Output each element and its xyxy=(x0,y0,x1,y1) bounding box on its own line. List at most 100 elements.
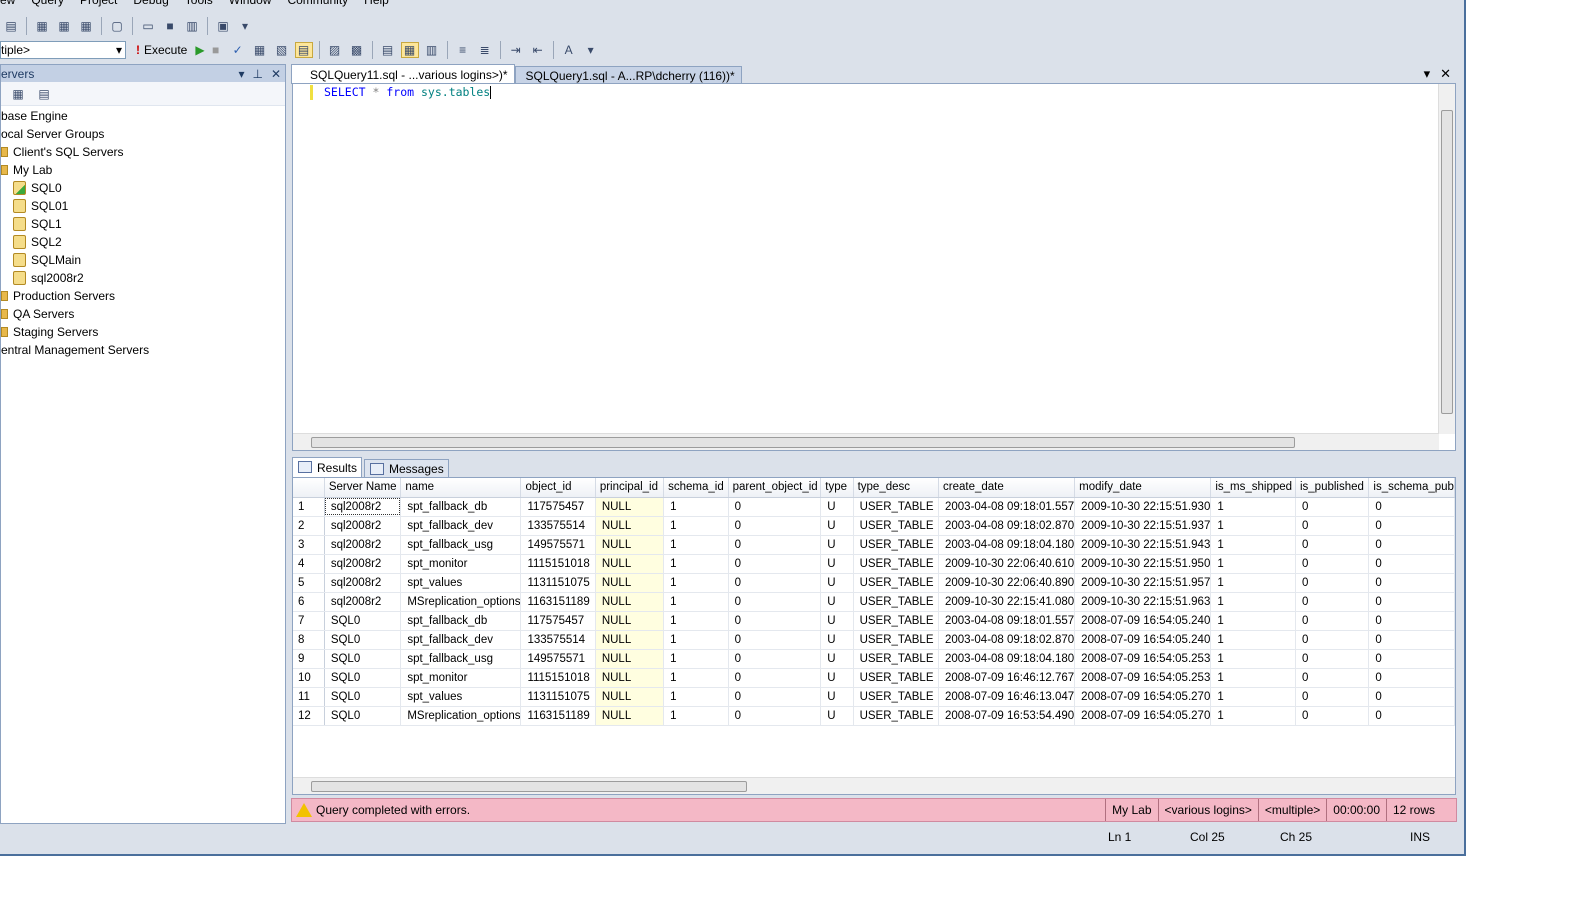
table-cell[interactable]: NULL xyxy=(595,592,665,612)
table-cell[interactable]: 0 xyxy=(728,611,822,631)
table-cell[interactable]: spt_fallback_dev xyxy=(400,630,522,650)
table-cell[interactable]: NULL xyxy=(595,611,665,631)
editor-vertical-scrollbar[interactable] xyxy=(1438,84,1455,434)
table-cell[interactable]: 0 xyxy=(1368,535,1455,555)
table-cell[interactable]: NULL xyxy=(595,497,665,517)
analysis-services-query-icon[interactable]: ▦ xyxy=(55,18,73,34)
table-cell[interactable]: 2009-10-30 22:06:40.610 xyxy=(938,554,1076,574)
table-cell[interactable]: U xyxy=(820,630,854,650)
menu-window[interactable]: Window xyxy=(229,0,288,8)
table-cell[interactable]: spt_values xyxy=(400,687,522,707)
table-cell[interactable]: NULL xyxy=(595,668,665,688)
table-cell[interactable]: spt_fallback_db xyxy=(400,497,522,517)
table-cell[interactable]: U xyxy=(820,535,854,555)
table-row[interactable]: 12 SQL0 MSreplication_options 1163151189 NUL… xyxy=(293,706,1455,726)
tab-query1[interactable]: SQLQuery1.sql - A...RP\dcherry (116))* xyxy=(514,66,742,84)
table-row[interactable]: 8 SQL0 spt_fallback_dev 133575514 NULL 1 0 U USE… xyxy=(293,630,1455,650)
table-cell[interactable]: 2008-07-09 16:54:05.253 xyxy=(1074,649,1212,669)
table-row[interactable]: 2 sql2008r2 spt_fallback_dev 133575514 NULL 1… xyxy=(293,516,1455,536)
table-cell[interactable]: 2003-04-08 09:18:02.870 xyxy=(938,630,1076,650)
table-cell[interactable]: 0 xyxy=(1368,573,1455,593)
table-cell[interactable]: 0 xyxy=(1368,668,1455,688)
tab-messages[interactable]: Messages xyxy=(364,459,449,478)
column-header[interactable]: schema_id xyxy=(663,478,729,498)
table-cell[interactable]: SQL0 xyxy=(324,687,402,707)
table-cell[interactable]: 1163151189 xyxy=(520,706,596,726)
table-cell[interactable]: 0 xyxy=(728,592,822,612)
table-cell[interactable]: 1 xyxy=(1210,592,1296,612)
menu-debug[interactable]: Debug xyxy=(133,0,184,8)
table-row[interactable]: 3 sql2008r2 spt_fallback_usg 149575571 NULL 1… xyxy=(293,535,1455,555)
mdx-query-icon[interactable]: ▦ xyxy=(77,18,95,34)
table-cell[interactable]: U xyxy=(820,668,854,688)
row-number[interactable]: 2 xyxy=(293,516,325,536)
table-row[interactable]: 10 SQL0 spt_monitor 1115151018 NULL 1 0 U USER_T… xyxy=(293,668,1455,688)
table-cell[interactable]: SQL0 xyxy=(324,611,402,631)
table-cell[interactable]: 0 xyxy=(1295,630,1370,650)
tree-node[interactable]: Production Servers xyxy=(1,287,285,305)
table-cell[interactable]: 2008-07-09 16:54:05.270 xyxy=(1074,687,1212,707)
tree-node[interactable]: SQL1 xyxy=(1,215,285,233)
estimated-plan-icon[interactable]: ▦ xyxy=(251,42,269,58)
table-cell[interactable]: USER_TABLE xyxy=(853,630,940,650)
tab-results[interactable]: Results xyxy=(292,457,363,478)
menu-query[interactable]: Query xyxy=(31,0,80,8)
query-editor[interactable]: SELECT * from sys.tables xyxy=(292,83,1456,451)
column-header[interactable]: is_published xyxy=(1295,478,1370,498)
tab-list-icon[interactable]: ▾ xyxy=(1424,66,1431,82)
table-cell[interactable]: sql2008r2 xyxy=(324,573,402,593)
menu-help[interactable]: Help xyxy=(364,0,405,8)
table-cell[interactable]: 0 xyxy=(728,630,822,650)
tree-node[interactable]: entral Management Servers xyxy=(1,341,285,359)
row-number[interactable]: 6 xyxy=(293,592,325,612)
parse-check-icon[interactable]: ✓ xyxy=(229,42,247,58)
scroll-thumb[interactable] xyxy=(311,781,747,792)
tree-node[interactable]: Staging Servers xyxy=(1,323,285,341)
table-cell[interactable]: 117575457 xyxy=(520,611,596,631)
table-cell[interactable]: 1115151018 xyxy=(520,554,596,574)
table-cell[interactable]: U xyxy=(820,497,854,517)
table-cell[interactable]: U xyxy=(820,687,854,707)
table-cell[interactable]: 0 xyxy=(1368,592,1455,612)
table-cell[interactable]: 2009-10-30 22:15:51.943 xyxy=(1074,535,1212,555)
register-server-icon[interactable]: ▦ xyxy=(9,86,27,102)
table-cell[interactable]: 1 xyxy=(663,649,729,669)
table-cell[interactable]: 0 xyxy=(1295,611,1370,631)
tree-node[interactable]: SQL01 xyxy=(1,197,285,215)
table-cell[interactable]: U xyxy=(820,573,854,593)
table-cell[interactable]: 1 xyxy=(663,611,729,631)
table-cell[interactable]: NULL xyxy=(595,535,665,555)
table-cell[interactable]: 2003-04-08 09:18:04.180 xyxy=(938,649,1076,669)
table-cell[interactable]: U xyxy=(820,649,854,669)
tree-node[interactable]: ocal Server Groups xyxy=(1,125,285,143)
menu-view[interactable]: ew xyxy=(0,0,31,8)
column-header[interactable]: modify_date xyxy=(1074,478,1212,498)
table-cell[interactable]: 2008-07-09 16:53:54.490 xyxy=(938,706,1076,726)
menu-community[interactable]: Community xyxy=(287,0,364,8)
tree-node[interactable]: SQL0 xyxy=(1,179,285,197)
table-cell[interactable]: NULL xyxy=(595,687,665,707)
table-cell[interactable]: 1 xyxy=(1210,630,1296,650)
table-cell[interactable]: spt_values xyxy=(400,573,522,593)
table-cell[interactable]: USER_TABLE xyxy=(853,535,940,555)
tree-node[interactable]: SQL2 xyxy=(1,233,285,251)
table-cell[interactable]: 0 xyxy=(1368,611,1455,631)
table-cell[interactable]: 2009-10-30 22:15:51.930 xyxy=(1074,497,1212,517)
column-header[interactable]: type xyxy=(820,478,854,498)
table-cell[interactable]: 1 xyxy=(663,535,729,555)
table-cell[interactable]: 0 xyxy=(1295,573,1370,593)
table-cell[interactable]: U xyxy=(820,592,854,612)
table-cell[interactable]: 2009-10-30 22:15:51.963 xyxy=(1074,592,1212,612)
tab-query11[interactable]: SQLQuery11.sql - ...various logins>)* xyxy=(291,64,515,84)
table-cell[interactable]: 1 xyxy=(1210,687,1296,707)
table-cell[interactable]: 2009-10-30 22:15:51.950 xyxy=(1074,554,1212,574)
table-cell[interactable]: 0 xyxy=(1295,687,1370,707)
table-cell[interactable]: USER_TABLE xyxy=(853,649,940,669)
table-row[interactable]: 4 sql2008r2 spt_monitor 1115151018 NULL 1 0 U US… xyxy=(293,554,1455,574)
table-cell[interactable]: NULL xyxy=(595,516,665,536)
table-cell[interactable]: 1115151018 xyxy=(520,668,596,688)
database-combo[interactable]: tiple> ▾ xyxy=(0,41,126,59)
table-cell[interactable]: 2008-07-09 16:54:05.240 xyxy=(1074,630,1212,650)
table-cell[interactable]: sql2008r2 xyxy=(324,592,402,612)
column-header[interactable]: is_schema_pub xyxy=(1368,478,1455,498)
